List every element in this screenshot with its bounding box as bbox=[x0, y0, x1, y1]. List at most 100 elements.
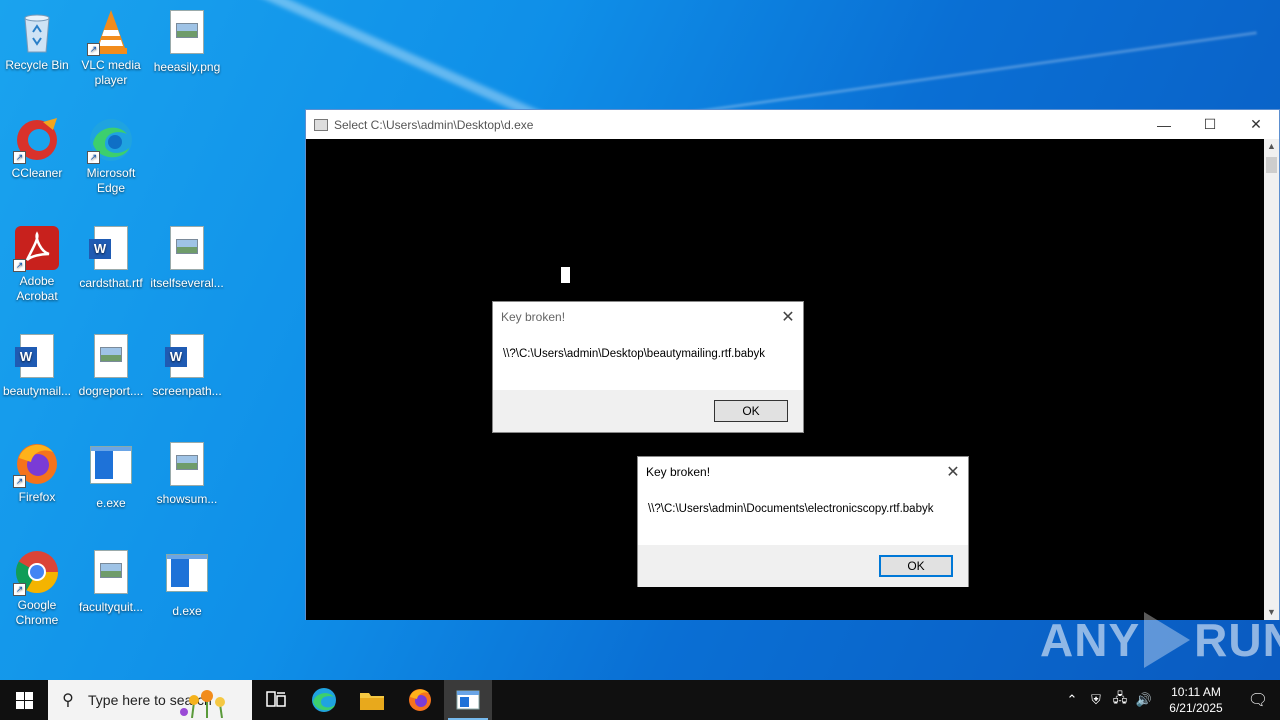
dialog-close-icon[interactable]: ✕ bbox=[773, 302, 803, 332]
vertical-scrollbar[interactable]: ▲ ▼ bbox=[1264, 139, 1279, 620]
task-view-icon bbox=[266, 691, 286, 707]
image-file-icon bbox=[163, 442, 211, 490]
desktop-icon-screenpath[interactable]: W screenpath... bbox=[150, 332, 224, 399]
text-cursor bbox=[561, 267, 570, 283]
image-file-icon bbox=[87, 550, 135, 598]
minimize-button[interactable]: — bbox=[1141, 110, 1187, 139]
chrome-icon: ↗ bbox=[13, 548, 61, 596]
folder-icon bbox=[360, 693, 384, 710]
desktop-icon-d-exe[interactable]: d.exe bbox=[150, 548, 224, 619]
notifications-icon[interactable]: 🗨 bbox=[1236, 690, 1280, 710]
desktop-icon-label: facultyquit... bbox=[78, 600, 144, 614]
desktop-icon-beautymail[interactable]: W beautymail... bbox=[0, 332, 74, 399]
dialog-message: \\?\C:\Users\admin\Documents\electronics… bbox=[648, 503, 934, 515]
chevron-up-icon[interactable]: ⌃ bbox=[1060, 692, 1084, 708]
desktop-icon-heeasily[interactable]: heeasily.png bbox=[150, 8, 224, 75]
shortcut-arrow-icon: ↗ bbox=[87, 151, 100, 164]
desktop-icon-recycle-bin[interactable]: Recycle Bin bbox=[0, 8, 74, 73]
edge-icon bbox=[312, 688, 336, 712]
network-icon[interactable]: 🖧 bbox=[1108, 689, 1132, 711]
desktop-icon-label: Microsoft Edge bbox=[86, 166, 136, 195]
desktop-icon-label: VLC media player bbox=[81, 58, 141, 87]
desktop-icon-label: Firefox bbox=[18, 490, 56, 504]
scroll-thumb[interactable] bbox=[1266, 157, 1277, 173]
ok-button[interactable]: OK bbox=[879, 555, 953, 577]
key-broken-dialog[interactable]: Key broken! ✕ \\?\C:\Users\admin\Documen… bbox=[637, 456, 969, 587]
desktop-icon-acrobat[interactable]: ↗ Adobe Acrobat bbox=[0, 224, 74, 304]
taskbar-file-explorer[interactable] bbox=[348, 680, 396, 720]
desktop-icon-label: itselfseveral... bbox=[150, 276, 224, 290]
taskbar-edge[interactable] bbox=[300, 680, 348, 720]
scroll-up-icon[interactable]: ▲ bbox=[1264, 139, 1279, 154]
desktop-icon-cardsthat[interactable]: W cardsthat.rtf bbox=[74, 224, 148, 291]
desktop-icon-label: d.exe bbox=[172, 604, 202, 618]
taskbar-clock[interactable]: 10:11 AM 6/21/2025 bbox=[1156, 684, 1236, 716]
desktop-icon-label: heeasily.png bbox=[153, 60, 221, 74]
console-app-icon bbox=[456, 690, 480, 710]
task-view-button[interactable] bbox=[252, 680, 300, 720]
desktop-icon-vlc[interactable]: ↗ VLC media player bbox=[74, 8, 148, 88]
maximize-button[interactable]: ☐ bbox=[1187, 110, 1233, 139]
desktop-icon-e-exe[interactable]: e.exe bbox=[74, 440, 148, 511]
defender-icon[interactable]: ⛨ bbox=[1084, 692, 1108, 708]
shortcut-arrow-icon: ↗ bbox=[13, 151, 26, 164]
search-icon: ⚲ bbox=[62, 692, 74, 709]
image-file-icon bbox=[163, 226, 211, 274]
acrobat-icon: ↗ bbox=[13, 224, 61, 272]
image-file-icon bbox=[163, 10, 211, 58]
taskbar-firefox[interactable] bbox=[396, 680, 444, 720]
desktop-icon-chrome[interactable]: ↗ Google Chrome bbox=[0, 548, 74, 628]
desktop-icon-label: screenpath... bbox=[152, 384, 222, 398]
watermark-text-left: ANY bbox=[1040, 614, 1141, 666]
firefox-icon bbox=[409, 689, 431, 711]
close-button[interactable]: ✕ bbox=[1233, 110, 1279, 139]
desktop-icon-showsum[interactable]: showsum... bbox=[150, 440, 224, 507]
search-highlight-flowers-icon bbox=[180, 690, 225, 718]
shortcut-arrow-icon: ↗ bbox=[87, 43, 100, 56]
dialog-message: \\?\C:\Users\admin\Desktop\beautymailing… bbox=[503, 348, 766, 360]
word-doc-icon: W bbox=[13, 334, 61, 382]
recycle-bin-icon bbox=[13, 8, 61, 56]
shortcut-arrow-icon: ↗ bbox=[13, 583, 26, 596]
dialog-title: Key broken! bbox=[501, 310, 566, 324]
ok-button[interactable]: OK bbox=[714, 400, 788, 422]
desktop-icon-label: Adobe Acrobat bbox=[16, 274, 58, 303]
system-tray: ⌃ ⛨ 🖧 🔊 10:11 AM 6/21/2025 🗨 bbox=[1060, 680, 1280, 720]
taskbar-console-app[interactable] bbox=[444, 680, 492, 720]
shortcut-arrow-icon: ↗ bbox=[13, 475, 26, 488]
desktop-icon-dogreport[interactable]: dogreport.... bbox=[74, 332, 148, 399]
desktop-icon-firefox[interactable]: ↗ Firefox bbox=[0, 440, 74, 505]
desktop-icon-itselfseveral[interactable]: itselfseveral... bbox=[150, 224, 224, 291]
desktop-icon-label: Google Chrome bbox=[15, 598, 59, 627]
firefox-icon: ↗ bbox=[13, 440, 61, 488]
play-icon bbox=[1144, 612, 1191, 668]
console-title: Select C:\Users\admin\Desktop\d.exe bbox=[334, 117, 534, 132]
desktop-icon-ccleaner[interactable]: ↗ CCleaner bbox=[0, 116, 74, 181]
edge-icon: ↗ bbox=[87, 116, 135, 164]
exe-icon bbox=[163, 554, 211, 602]
dialog-close-icon[interactable]: ✕ bbox=[938, 457, 968, 487]
console-titlebar[interactable]: Select C:\Users\admin\Desktop\d.exe — ☐ … bbox=[306, 110, 1279, 139]
image-file-icon bbox=[87, 334, 135, 382]
desktop-icon-label: dogreport.... bbox=[78, 384, 144, 398]
shortcut-arrow-icon: ↗ bbox=[13, 259, 26, 272]
word-doc-icon: W bbox=[87, 226, 135, 274]
desktop-icon-label: Recycle Bin bbox=[5, 58, 69, 72]
dialog-title: Key broken! bbox=[646, 465, 711, 479]
key-broken-dialog[interactable]: Key broken! ✕ \\?\C:\Users\admin\Desktop… bbox=[492, 301, 804, 433]
desktop-icon-label: showsum... bbox=[156, 492, 218, 506]
ccleaner-icon: ↗ bbox=[13, 116, 61, 164]
volume-icon[interactable]: 🔊 bbox=[1132, 692, 1156, 708]
desktop-icon-label: e.exe bbox=[96, 496, 126, 510]
start-button[interactable] bbox=[0, 680, 48, 720]
taskbar-search-box[interactable]: ⚲ Type here to search bbox=[48, 680, 252, 720]
vlc-icon: ↗ bbox=[87, 8, 135, 56]
desktop-icon-edge[interactable]: ↗ Microsoft Edge bbox=[74, 116, 148, 196]
watermark-text-right: RUN bbox=[1194, 614, 1280, 666]
anyrun-watermark: ANY RUN bbox=[1040, 612, 1280, 668]
clock-time: 10:11 AM bbox=[1171, 685, 1221, 699]
console-app-icon bbox=[314, 118, 328, 131]
desktop-icon-label: CCleaner bbox=[11, 166, 63, 180]
desktop-icon-facultyquit[interactable]: facultyquit... bbox=[74, 548, 148, 615]
word-doc-icon: W bbox=[163, 334, 211, 382]
